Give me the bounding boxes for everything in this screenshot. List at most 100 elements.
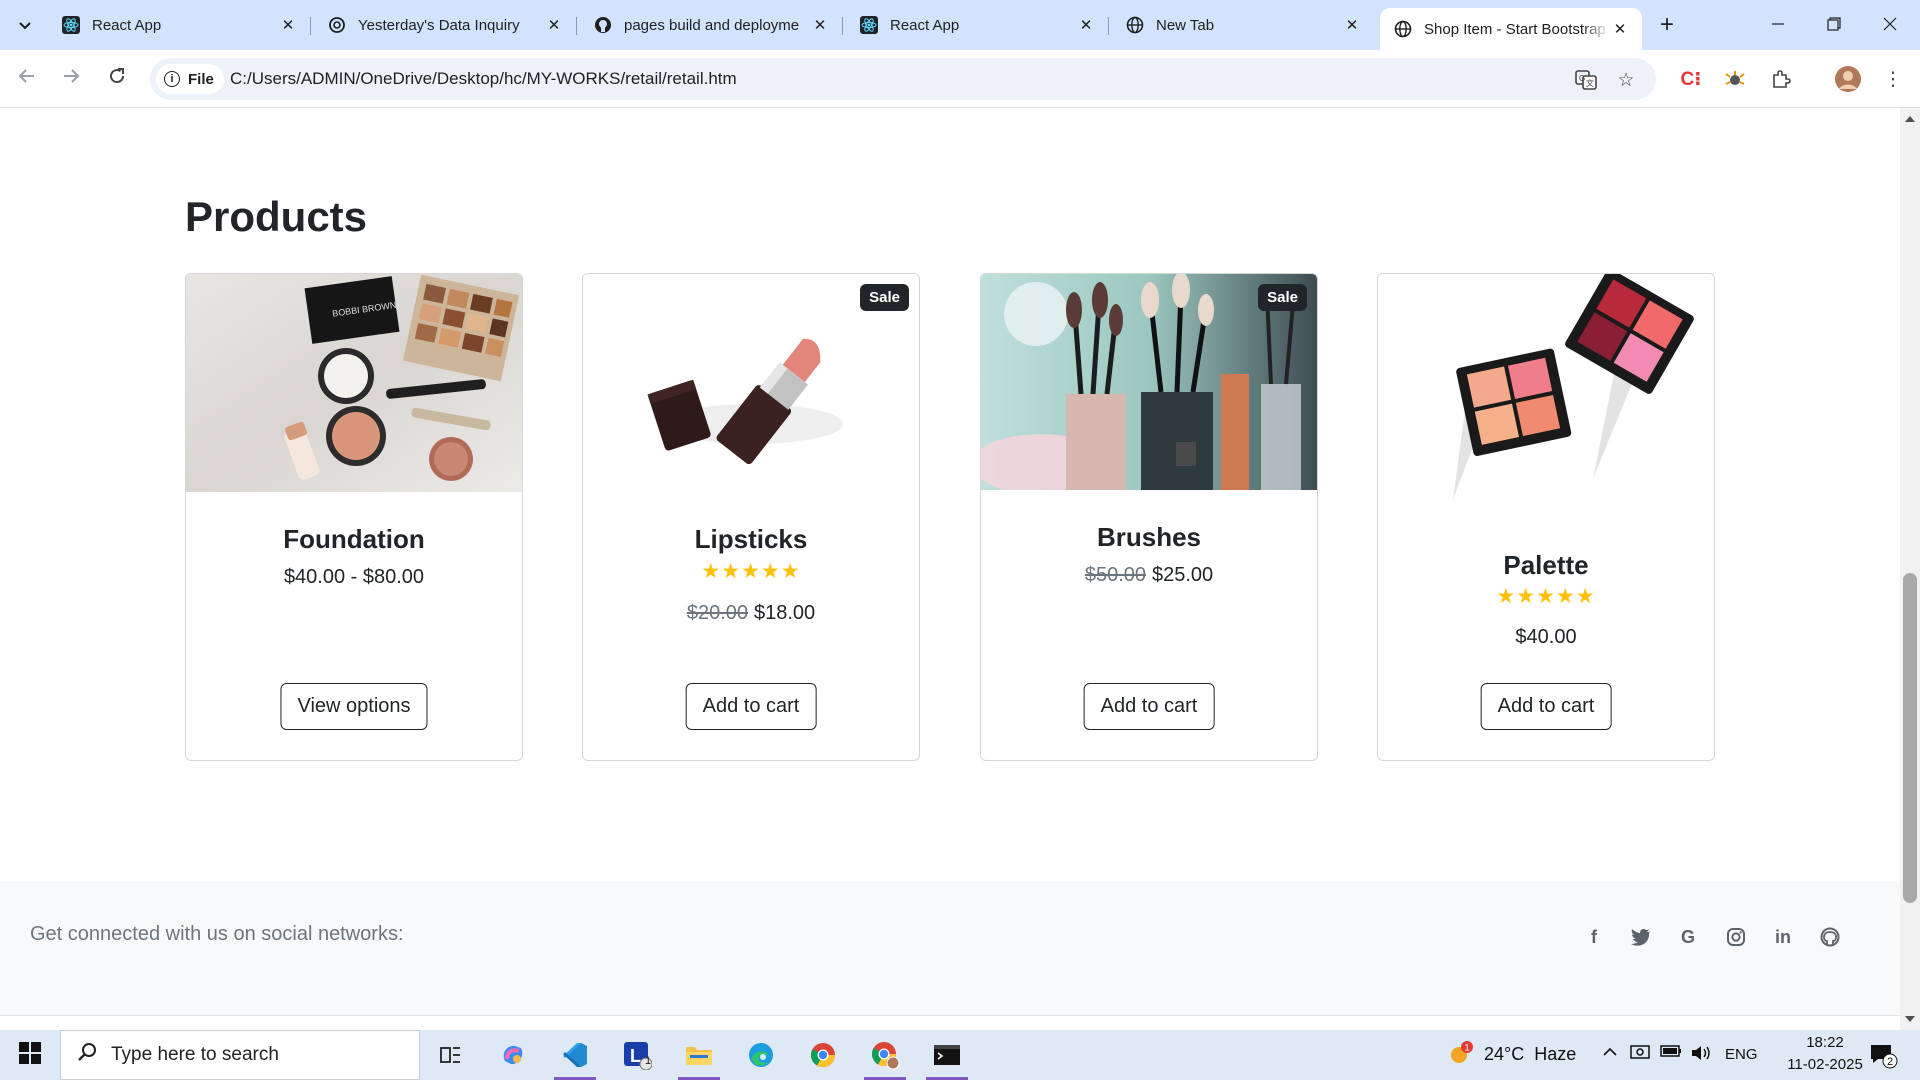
arrow-left-icon: [18, 67, 36, 91]
translate-icon[interactable]: G文: [1574, 68, 1598, 92]
display-icon[interactable]: [1630, 1044, 1650, 1067]
linkedin-icon[interactable]: in: [1767, 921, 1799, 953]
tab-react-app-2[interactable]: React App ✕: [846, 8, 1109, 42]
close-icon[interactable]: ✕: [544, 15, 564, 35]
taskbar-search-box[interactable]: Type here to search: [60, 1030, 420, 1080]
clock-time[interactable]: 18:22: [1790, 1034, 1860, 1051]
forward-button[interactable]: [56, 64, 86, 94]
tab-new-tab[interactable]: New Tab ✕: [1112, 8, 1374, 42]
vscode-icon[interactable]: [550, 1035, 600, 1080]
chevron-up-icon[interactable]: [1602, 1044, 1618, 1065]
product-card-lipsticks: Sale Lipsticks ★★★★★ $20.00 $18.00 Add to…: [582, 273, 920, 761]
task-view-icon[interactable]: [425, 1035, 475, 1075]
new-tab-button[interactable]: +: [1652, 10, 1682, 40]
openai-icon: [328, 16, 346, 34]
close-icon[interactable]: ✕: [278, 15, 298, 35]
add-to-cart-button[interactable]: Add to cart: [685, 683, 817, 730]
notification-count: 2: [1887, 1056, 1893, 1068]
tab-title: Yesterday's Data Inquiry: [358, 16, 520, 34]
page-scrollbar[interactable]: [1900, 108, 1920, 1030]
clock-date[interactable]: 11-02-2025: [1770, 1056, 1880, 1073]
scrollbar-thumb[interactable]: [1903, 573, 1917, 903]
tab-title: React App: [92, 16, 162, 34]
language-indicator[interactable]: ENG: [1725, 1046, 1758, 1063]
product-image-palette: [1378, 274, 1714, 514]
price-current: $25.00: [1152, 564, 1214, 586]
close-window-button[interactable]: [1862, 0, 1918, 50]
close-icon[interactable]: ✕: [1342, 15, 1362, 35]
kebab-menu-icon[interactable]: ⋮: [1878, 64, 1908, 94]
extensions-puzzle-icon[interactable]: [1766, 64, 1796, 94]
back-button[interactable]: [12, 64, 42, 94]
file-explorer-icon[interactable]: [674, 1035, 724, 1080]
globe-icon: [1126, 16, 1144, 34]
search-placeholder: Type here to search: [111, 1044, 279, 1065]
add-to-cart-button[interactable]: Add to cart: [1083, 683, 1215, 730]
extension-bug-icon[interactable]: [1720, 64, 1750, 94]
close-icon[interactable]: ✕: [1076, 15, 1096, 35]
tab-title: React App: [890, 16, 960, 34]
volume-icon[interactable]: [1690, 1044, 1712, 1067]
github-icon[interactable]: [1814, 921, 1846, 953]
tab-yesterdays-data-inquiry[interactable]: Yesterday's Data Inquiry ✕: [314, 8, 577, 42]
restore-button[interactable]: [1806, 0, 1862, 50]
svg-text:L: L: [630, 1046, 641, 1066]
scroll-up-icon[interactable]: [1905, 116, 1915, 122]
google-icon[interactable]: G: [1672, 921, 1704, 953]
add-to-cart-button[interactable]: Add to cart: [1480, 683, 1612, 730]
tab-separator: [310, 17, 311, 35]
close-icon[interactable]: ✕: [1610, 19, 1630, 39]
start-button[interactable]: [0, 1030, 60, 1080]
price-current: $40.00 - $80.00: [283, 566, 425, 588]
product-name: Foundation: [283, 524, 425, 554]
weather-text[interactable]: 24°C Haze: [1484, 1044, 1576, 1065]
view-options-button[interactable]: View options: [280, 683, 428, 730]
arrow-right-icon: [62, 67, 80, 91]
svg-text:文: 文: [1586, 78, 1594, 88]
price-old: $50.00: [1084, 564, 1146, 586]
extension-c-icon[interactable]: C⁝: [1676, 64, 1706, 94]
chrome-icon[interactable]: [798, 1035, 848, 1075]
product-name: Lipsticks: [694, 524, 808, 554]
weather-icon[interactable]: 1: [1448, 1040, 1474, 1071]
reload-button[interactable]: [102, 64, 132, 94]
scroll-down-icon[interactable]: [1905, 1016, 1915, 1022]
product-name: Brushes: [1096, 522, 1202, 552]
battery-icon[interactable]: [1660, 1044, 1682, 1063]
site-info-chip[interactable]: i File: [156, 64, 224, 94]
footer-text: Get connected with us on social networks…: [30, 923, 404, 945]
copilot-icon[interactable]: [488, 1035, 538, 1075]
star-bookmark-icon[interactable]: ☆: [1614, 68, 1638, 92]
terminal-icon[interactable]: [922, 1035, 972, 1080]
product-name: Palette: [1503, 550, 1589, 580]
tab-separator: [842, 17, 843, 35]
product-card-brushes: Sale Brushes $50.00 $25.00 Add to cart: [980, 273, 1318, 761]
search-icon: [77, 1042, 97, 1068]
tab-shop-item[interactable]: Shop Item - Start Bootstrap ✕: [1380, 8, 1642, 50]
close-icon[interactable]: ✕: [810, 15, 830, 35]
facebook-icon[interactable]: f: [1578, 921, 1610, 953]
profile-avatar[interactable]: [1833, 64, 1863, 94]
twitter-icon[interactable]: [1625, 921, 1657, 953]
globe-icon: [1394, 20, 1412, 38]
tab-react-app-1[interactable]: React App ✕: [48, 8, 311, 42]
chrome-profile-icon[interactable]: [860, 1035, 910, 1080]
minimize-button[interactable]: [1750, 0, 1806, 50]
notification-center-icon[interactable]: 2: [1868, 1040, 1898, 1075]
edge-icon[interactable]: [736, 1035, 786, 1075]
tab-pages-build[interactable]: pages build and deployme ✕: [580, 8, 843, 42]
windows-taskbar: Type here to search L 1 1 24°C Haze ENG …: [0, 1030, 1920, 1080]
reload-icon: [108, 67, 126, 91]
tab-strip: React App ✕ Yesterday's Data Inquiry ✕ p…: [0, 0, 1920, 50]
site-chip-label: File: [188, 70, 214, 88]
tab-title: pages build and deployme: [624, 16, 800, 34]
tab-title: New Tab: [1156, 16, 1215, 34]
address-bar[interactable]: i File C:/Users/ADMIN/OneDrive/Desktop/h…: [150, 58, 1656, 100]
url-text[interactable]: C:/Users/ADMIN/OneDrive/Desktop/hc/MY-WO…: [230, 69, 737, 89]
product-price: $50.00 $25.00: [981, 564, 1317, 587]
instagram-icon[interactable]: [1720, 921, 1752, 953]
tab-search-button[interactable]: [10, 11, 40, 41]
l-app-icon[interactable]: L 1: [612, 1035, 662, 1075]
product-price: $40.00 - $80.00: [186, 566, 522, 589]
page-viewport: Products BOBBI BROWN Foundation $40.00 -…: [0, 108, 1900, 1030]
